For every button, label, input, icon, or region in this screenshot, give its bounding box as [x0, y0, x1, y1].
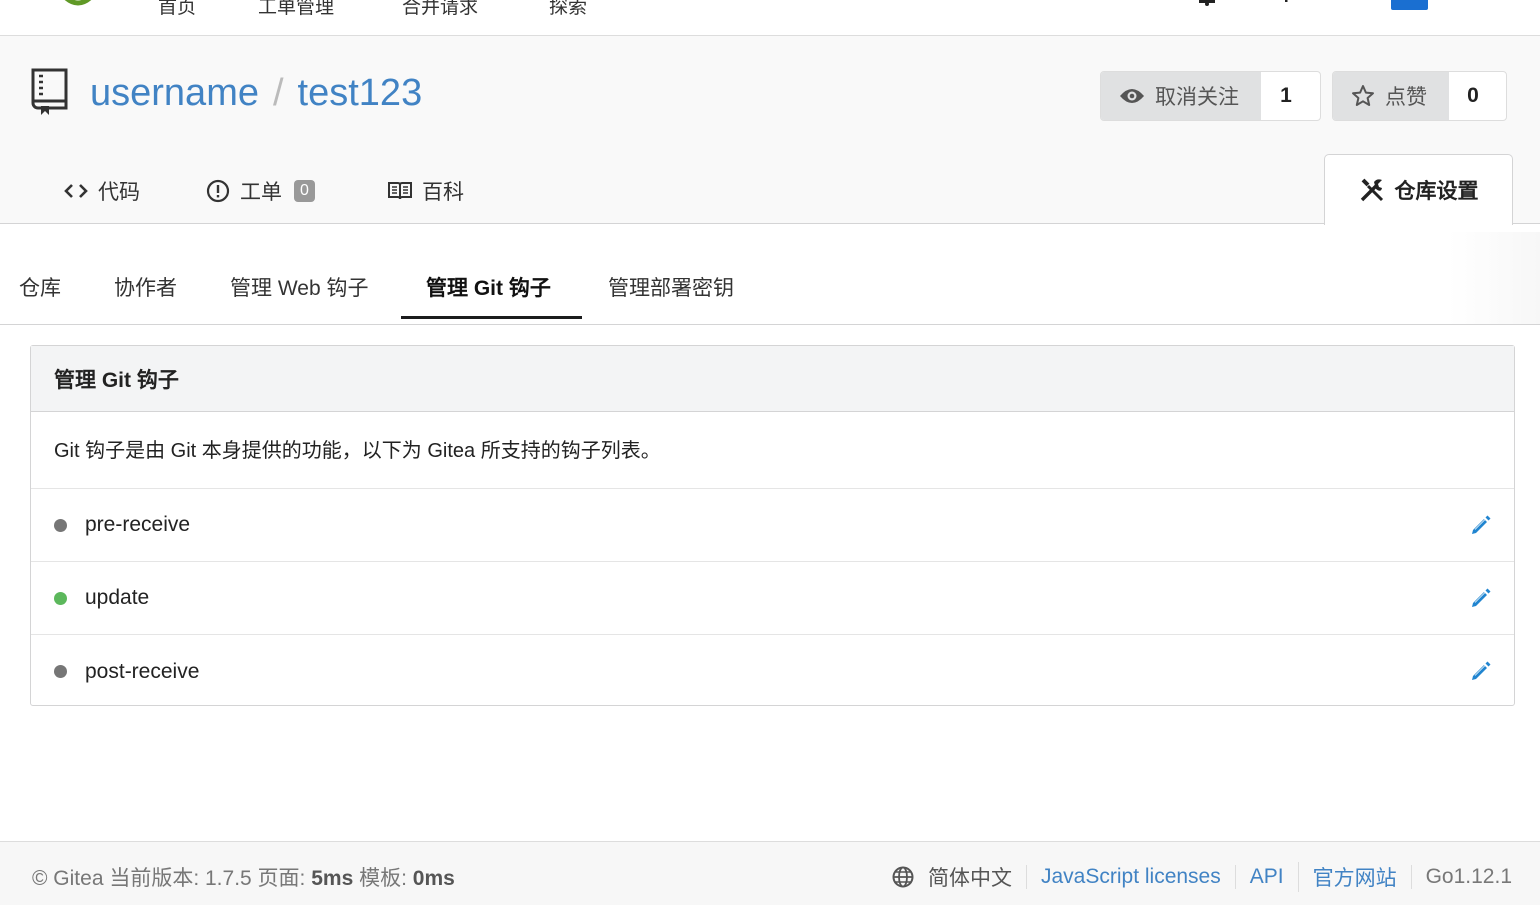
tab-code[interactable]: 代码 [64, 176, 140, 206]
js-licenses-link[interactable]: JavaScript licenses [1025, 865, 1235, 889]
pencil-icon[interactable] [1470, 660, 1492, 682]
unwatch-button[interactable]: 取消关注 [1101, 72, 1261, 120]
book-icon [388, 182, 412, 200]
nav-issues[interactable]: 工单管理 [258, 0, 334, 19]
plus-icon[interactable] [1282, 0, 1290, 2]
unwatch-label: 取消关注 [1155, 86, 1239, 109]
tab-issues[interactable]: 工单 0 [206, 176, 315, 206]
submenu-git-hooks[interactable]: 管理 Git 钩子 [426, 272, 551, 302]
language-label: 简体中文 [927, 867, 1012, 890]
settings-submenu: 仓库 协作者 管理 Web 钩子 管理 Git 钩子 管理部署密钥 [0, 232, 1540, 325]
footer: © Gitea 当前版本: 1.7.5 页面: 5ms 模板: 0ms 简体中文… [0, 841, 1540, 905]
submenu-webhooks[interactable]: 管理 Web 钩子 [230, 272, 368, 302]
hook-status-dot [54, 518, 67, 532]
code-icon [64, 184, 88, 198]
nav-pulls[interactable]: 合并请求 [402, 0, 478, 19]
hook-name: update [85, 586, 150, 609]
star-button-group: 点赞 0 [1332, 71, 1507, 121]
repo-book-icon [31, 68, 68, 115]
repo-owner-link[interactable]: username [90, 72, 259, 114]
git-hooks-segment: 管理 Git 钩子 Git 钩子是由 Git 本身提供的功能，以下为 Gitea… [30, 345, 1515, 706]
website-link[interactable]: 官方网站 [1297, 862, 1411, 892]
bell-icon[interactable] [1196, 0, 1218, 6]
issue-opened-icon [206, 179, 230, 203]
hook-status-dot [54, 665, 67, 678]
tools-icon [1360, 178, 1383, 202]
submenu-deploy-keys[interactable]: 管理部署密钥 [608, 272, 734, 302]
segment-description: Git 钩子是由 Git 本身提供的功能，以下为 Gitea 所支持的钩子列表。 [31, 412, 1514, 489]
top-navbar: 首页 工单管理 合并请求 探索 [0, 0, 1540, 36]
footer-links: 简体中文 JavaScript licenses API 官方网站 Go1.12… [878, 862, 1512, 892]
repo-name-link[interactable]: test123 [298, 72, 423, 114]
tab-settings[interactable]: 仓库设置 [1324, 154, 1513, 225]
hook-name: post-receive [85, 659, 200, 683]
star-label: 点赞 [1385, 86, 1427, 109]
repo-title-separator: / [272, 72, 284, 114]
gitea-logo-icon[interactable] [58, 0, 98, 6]
eye-icon [1120, 89, 1144, 103]
hook-row-update: update [31, 562, 1514, 635]
repo-header: username / test123 取消关注 1 点赞 0 代码 工单 0 百科 [0, 36, 1540, 225]
tab-settings-label: 仓库设置 [1394, 180, 1479, 203]
pencil-icon[interactable] [1470, 514, 1492, 536]
tab-wiki-label: 百科 [422, 181, 464, 204]
hook-name: pre-receive [85, 513, 191, 536]
footer-page-time: 5ms [311, 867, 354, 890]
globe-icon [892, 866, 914, 888]
repo-tabs: 代码 工单 0 百科 仓库设置 [0, 154, 1540, 225]
pencil-icon[interactable] [1470, 587, 1492, 609]
avatar[interactable] [1391, 0, 1428, 10]
watch-button-group: 取消关注 1 [1100, 71, 1321, 121]
issues-count-badge: 0 [294, 180, 315, 202]
watchers-count[interactable]: 1 [1261, 72, 1311, 120]
footer-template-label: 模板: [353, 867, 413, 890]
hook-row-post-receive: post-receive [31, 635, 1514, 708]
hook-status-dot [54, 591, 67, 605]
footer-copyright: © Gitea 当前版本: 1.7.5 页面: [32, 867, 312, 890]
footer-version-info: © Gitea 当前版本: 1.7.5 页面: 5ms 模板: 0ms [32, 862, 455, 892]
star-button[interactable]: 点赞 [1333, 72, 1449, 120]
api-link[interactable]: API [1234, 865, 1298, 889]
go-version: Go1.12.1 [1410, 865, 1512, 889]
tab-issues-label: 工单 [240, 181, 282, 204]
submenu-collaborators[interactable]: 协作者 [114, 272, 177, 302]
tab-code-label: 代码 [98, 181, 140, 204]
active-submenu-underline [401, 316, 582, 319]
segment-title: 管理 Git 钩子 [31, 346, 1514, 412]
submenu-repository[interactable]: 仓库 [19, 272, 61, 302]
stars-count[interactable]: 0 [1449, 72, 1497, 120]
nav-home[interactable]: 首页 [158, 0, 196, 19]
footer-template-time: 0ms [412, 867, 455, 890]
star-icon [1352, 85, 1374, 106]
language-selector[interactable]: 简体中文 [878, 862, 1026, 892]
repo-title: username / test123 [90, 72, 422, 115]
nav-explore[interactable]: 探索 [549, 0, 587, 19]
tab-wiki[interactable]: 百科 [388, 176, 464, 206]
hook-row-pre-receive: pre-receive [31, 489, 1514, 562]
